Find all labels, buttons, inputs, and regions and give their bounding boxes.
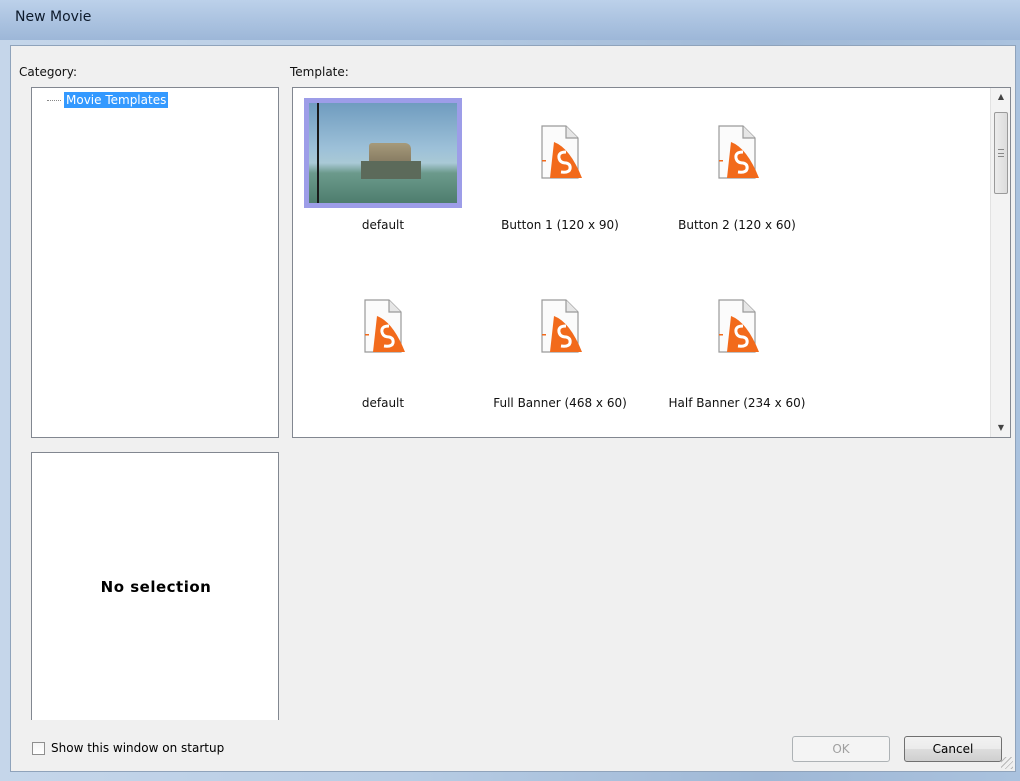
swf-file-icon xyxy=(364,299,405,353)
dialog-window: New Movie Category: Template: Movie Temp… xyxy=(0,0,1020,781)
preview-status: No selection xyxy=(100,578,212,596)
title-bar[interactable]: New Movie xyxy=(0,0,1020,40)
template-item-full-banner[interactable]: Full Banner (468 x 60) xyxy=(470,266,650,416)
scroll-thumb[interactable] xyxy=(994,112,1008,194)
resize-grip-icon[interactable] xyxy=(1001,757,1013,769)
scroll-up-arrow-icon[interactable]: ▲ xyxy=(991,88,1011,106)
template-label: Template: xyxy=(290,65,349,79)
template-scrollbar[interactable]: ▲ ▼ xyxy=(990,88,1010,437)
swf-file-icon xyxy=(718,299,759,353)
startup-checkbox[interactable] xyxy=(32,742,45,755)
startup-checkbox-label[interactable]: Show this window on startup xyxy=(51,741,224,755)
template-item-default-2[interactable]: default xyxy=(293,266,473,416)
category-label: Category: xyxy=(19,65,77,79)
template-item-button-2[interactable]: Button 2 (120 x 60) xyxy=(647,88,827,238)
category-tree[interactable] xyxy=(31,87,279,438)
template-item-default[interactable]: default xyxy=(293,88,473,238)
template-caption: default xyxy=(361,396,405,410)
preview-panel: No selection xyxy=(31,452,279,720)
cancel-button[interactable]: Cancel xyxy=(904,736,1002,762)
tree-connector xyxy=(47,100,61,101)
swf-file-icon xyxy=(541,125,582,179)
template-item-button-1[interactable]: Button 1 (120 x 90) xyxy=(470,88,650,238)
ok-button[interactable]: OK xyxy=(792,736,890,762)
window-title: New Movie xyxy=(15,9,92,25)
template-list[interactable]: default Button 1 (120 x 90) Button 2 (12… xyxy=(292,87,1011,438)
template-caption: Half Banner (234 x 60) xyxy=(668,396,806,410)
tree-item-movie-templates[interactable]: Movie Templates xyxy=(64,92,169,108)
template-item-half-banner[interactable]: Half Banner (234 x 60) xyxy=(647,266,827,416)
swf-file-icon xyxy=(541,299,582,353)
dialog-client-area: Category: Template: Movie Templates defa… xyxy=(10,45,1016,772)
template-thumbnail-highlight xyxy=(304,98,462,208)
template-caption: Button 2 (120 x 60) xyxy=(678,218,796,232)
swf-file-icon xyxy=(718,125,759,179)
photo-thumbnail xyxy=(309,103,457,203)
template-caption: default xyxy=(361,218,405,232)
scroll-down-arrow-icon[interactable]: ▼ xyxy=(991,419,1011,437)
template-caption: Button 1 (120 x 90) xyxy=(501,218,619,232)
template-caption: Full Banner (468 x 60) xyxy=(493,396,627,410)
